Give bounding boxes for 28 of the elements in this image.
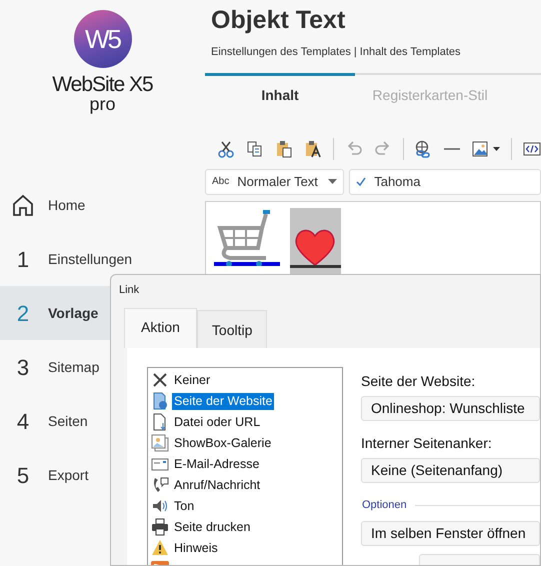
select-field[interactable]: Im selben Fenster öffnen bbox=[361, 521, 540, 546]
style-preview-text: Abc bbox=[212, 175, 230, 189]
dialog-title: Link bbox=[118, 283, 140, 298]
field-label: Seite der Website: bbox=[361, 372, 476, 390]
style-dropdown[interactable]: Abc Normaler Text bbox=[205, 168, 344, 194]
link-type-list[interactable]: Keiner Seite der Website Datei oder URL ShowBox-Galerie E-Mail-Adresse Anruf/Nachricht Ton Seite drucken Hinweis bbox=[147, 366, 343, 565]
list-item[interactable]: ShowBox-Galerie bbox=[151, 432, 274, 454]
logo-icon: W5 bbox=[74, 10, 132, 68]
list-item[interactable]: Ton bbox=[151, 496, 196, 516]
list-item[interactable]: Hinweis bbox=[151, 538, 220, 558]
list-item[interactable]: Datei oder URL bbox=[151, 412, 262, 432]
breadcrumb: Einstellungen des Templates | Inhalt des Templates bbox=[210, 45, 462, 60]
list-item[interactable]: Anruf/Nachricht bbox=[151, 474, 262, 496]
tab[interactable]: Inhalt bbox=[205, 72, 355, 114]
tab[interactable]: Aktion bbox=[124, 308, 197, 348]
list-item[interactable]: Keiner bbox=[151, 370, 212, 390]
select-field[interactable]: Onlineshop: Wunschliste bbox=[361, 396, 540, 421]
list-item[interactable]: Seite drucken bbox=[151, 516, 252, 538]
nav-item[interactable]: Home bbox=[0, 178, 205, 232]
field-label: Interner Seitenanker: bbox=[361, 434, 493, 453]
font-dropdown[interactable]: Tahoma bbox=[349, 168, 541, 194]
page-title: Objekt Text bbox=[210, 5, 346, 36]
tab[interactable]: Tooltip bbox=[196, 310, 268, 348]
logo-text: WebSite X5 bbox=[52, 74, 153, 95]
edition-label: pro bbox=[89, 95, 116, 113]
section-heading: Optionen bbox=[362, 498, 407, 513]
select-field[interactable]: Keine (Seitenanfang) bbox=[361, 458, 540, 483]
list-item[interactable]: E-Mail-Adresse bbox=[151, 454, 262, 474]
